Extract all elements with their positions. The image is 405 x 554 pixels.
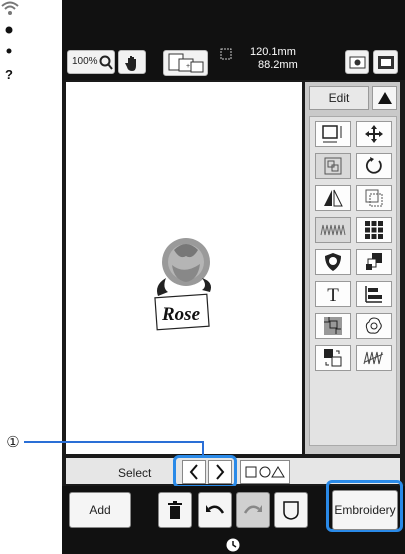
color-sort-button[interactable] — [356, 249, 392, 275]
order-button[interactable] — [315, 345, 351, 371]
outline-icon — [365, 317, 382, 334]
stipple-icon — [363, 351, 384, 365]
trash-icon — [168, 501, 182, 519]
frame-icon — [283, 501, 299, 520]
border-icon — [365, 189, 383, 207]
design-canvas[interactable]: Rose — [66, 82, 302, 454]
color-sort-icon — [366, 253, 382, 270]
resize-button[interactable] — [315, 121, 351, 147]
shape-select-icon — [245, 466, 285, 478]
embroidery-button[interactable]: Embroidery — [332, 490, 398, 530]
size-width: 120.1mm — [250, 46, 296, 58]
rotate-icon — [365, 157, 382, 174]
applique-icon — [325, 253, 341, 271]
layout-icon: + — [168, 53, 204, 73]
hand-icon — [125, 56, 136, 71]
undo-button[interactable] — [198, 492, 232, 528]
hand-button[interactable] — [118, 50, 146, 74]
rotate-button[interactable] — [356, 153, 392, 179]
design-text: Rose — [162, 304, 200, 325]
text-icon: T — [327, 285, 339, 304]
mirror-icon — [324, 189, 343, 207]
scan-icon — [220, 48, 232, 60]
redo-icon — [243, 505, 262, 514]
undo-icon — [206, 505, 225, 514]
trash-button[interactable] — [158, 492, 192, 528]
arrows-highlight — [173, 455, 237, 488]
group-icon — [324, 157, 342, 175]
image-icon — [349, 56, 366, 69]
zoom-icon — [99, 55, 113, 70]
zoom-button[interactable]: 100% — [67, 50, 115, 74]
edit-tab[interactable]: Edit — [309, 86, 369, 110]
triangle-button[interactable] — [372, 86, 397, 110]
tool-grid: T — [309, 116, 397, 446]
clock-icon — [226, 538, 240, 552]
outline-button[interactable] — [356, 313, 392, 339]
top-bar — [62, 0, 405, 38]
array-icon — [365, 221, 383, 239]
border-button[interactable] — [356, 185, 392, 211]
image-button[interactable] — [345, 50, 369, 74]
size-height: 88.2mm — [258, 59, 298, 71]
card-button[interactable] — [373, 50, 398, 74]
stipple-button[interactable] — [356, 345, 392, 371]
fill-icon — [324, 317, 342, 335]
move-icon — [365, 125, 383, 143]
stitch-button[interactable] — [315, 217, 351, 243]
move-button[interactable] — [356, 121, 392, 147]
resize-icon — [322, 125, 342, 143]
zoom-label: 100% — [72, 56, 98, 67]
align-icon — [365, 286, 382, 303]
svg-text:?: ? — [5, 67, 13, 82]
order-icon — [324, 349, 342, 367]
redo-button[interactable] — [236, 492, 270, 528]
mirror-button[interactable] — [315, 185, 351, 211]
svg-text:+: + — [186, 63, 190, 70]
frame-button[interactable] — [274, 492, 308, 528]
shape-select-button[interactable] — [240, 460, 290, 484]
svg-text:T: T — [327, 285, 339, 304]
select-label: Select — [118, 466, 152, 480]
layout-button[interactable]: + — [163, 50, 208, 76]
align-button[interactable] — [356, 281, 392, 307]
edit-panel: Edit T — [305, 82, 400, 454]
card-icon — [378, 56, 394, 69]
triangle-icon — [377, 92, 392, 104]
applique-button[interactable] — [315, 249, 351, 275]
group-button[interactable] — [315, 153, 351, 179]
callout-number: ① — [6, 434, 20, 451]
add-button[interactable]: Add — [69, 492, 131, 528]
callout-line — [24, 441, 204, 443]
fill-button[interactable] — [315, 313, 351, 339]
array-button[interactable] — [356, 217, 392, 243]
text-button[interactable]: T — [315, 281, 351, 307]
stitch-icon — [320, 224, 346, 236]
